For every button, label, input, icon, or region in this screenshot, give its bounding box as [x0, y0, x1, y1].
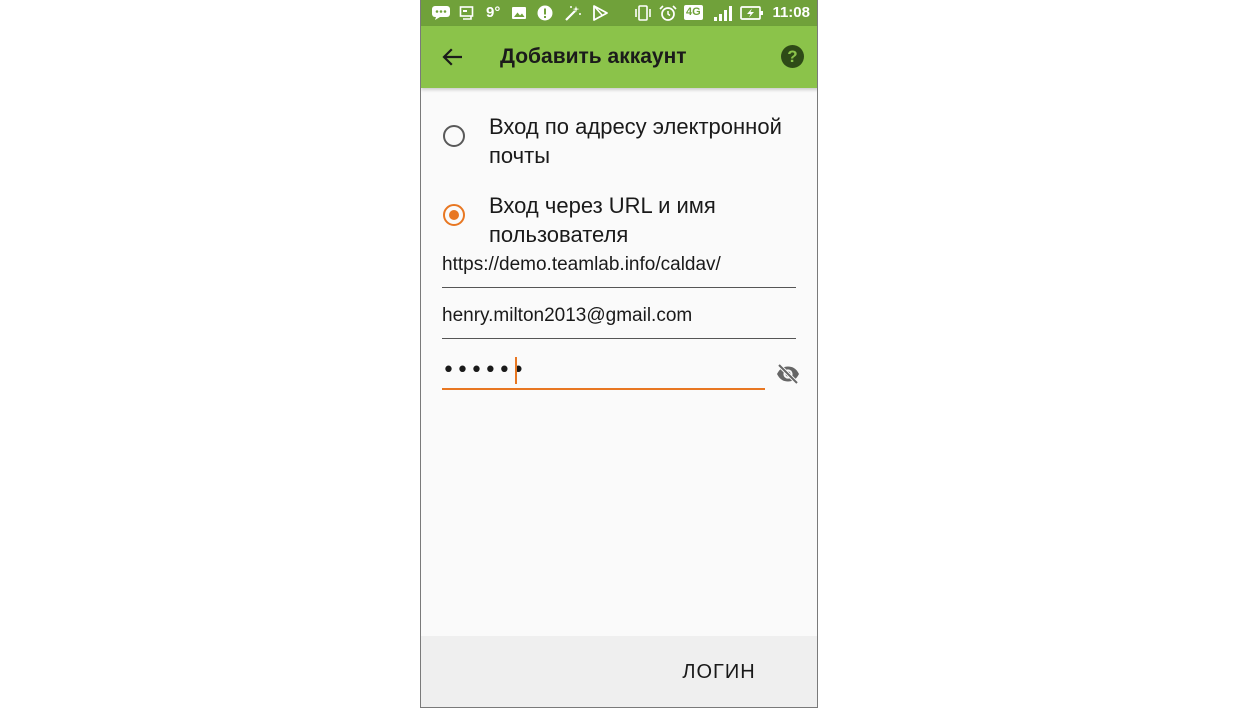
eye-off-icon — [777, 363, 799, 385]
signal-icon — [714, 6, 732, 21]
password-mask: •••••• — [442, 358, 526, 383]
play-store-icon — [593, 5, 608, 21]
arrow-back-icon — [442, 48, 462, 66]
username-field[interactable]: henry.milton2013@gmail.com — [442, 302, 796, 339]
help-icon: ? — [787, 46, 798, 66]
login-option-email[interactable]: Вход по адресу электронной почты — [443, 114, 803, 175]
radio-url[interactable] — [443, 204, 465, 226]
vibrate-icon — [635, 5, 651, 21]
app-screen: 9° 4G 11:08 Добавить аккаунт ? Вход по а… — [420, 0, 818, 708]
password-field[interactable]: •••••• — [442, 354, 765, 390]
radio-url-dot — [449, 210, 459, 220]
image-icon — [512, 7, 526, 19]
password-visibility-toggle[interactable] — [774, 360, 802, 388]
login-option-url-label: Вход через URL и имя пользователя — [489, 193, 716, 247]
page-title: Добавить аккаунт — [500, 45, 687, 68]
login-option-url[interactable]: Вход через URL и имя пользователя — [443, 193, 803, 254]
cast-icon — [459, 6, 474, 20]
chat-icon — [432, 6, 450, 20]
battery-charging-icon — [740, 6, 763, 20]
text-cursor — [515, 357, 517, 384]
radio-email[interactable] — [443, 125, 465, 147]
alarm-icon — [659, 5, 677, 21]
login-button[interactable]: ЛОГИН — [671, 650, 767, 694]
back-button[interactable] — [435, 40, 469, 74]
url-field-value: https://demo.teamlab.info/caldav/ — [442, 254, 721, 275]
alert-icon — [537, 5, 553, 21]
magic-wand-icon — [565, 6, 581, 21]
app-toolbar: Добавить аккаунт ? — [421, 26, 817, 88]
username-field-value: henry.milton2013@gmail.com — [442, 305, 693, 326]
help-button[interactable]: ? — [781, 45, 804, 68]
network-4g-icon: 4G — [684, 5, 703, 20]
login-option-email-label: Вход по адресу электронной почты — [489, 114, 782, 168]
url-field[interactable]: https://demo.teamlab.info/caldav/ — [442, 251, 796, 288]
clock-time: 11:08 — [772, 4, 810, 21]
temperature-text: 9° — [486, 4, 501, 21]
status-bar: 9° 4G 11:08 — [421, 0, 817, 26]
bottom-action-bar: ЛОГИН — [421, 636, 817, 707]
